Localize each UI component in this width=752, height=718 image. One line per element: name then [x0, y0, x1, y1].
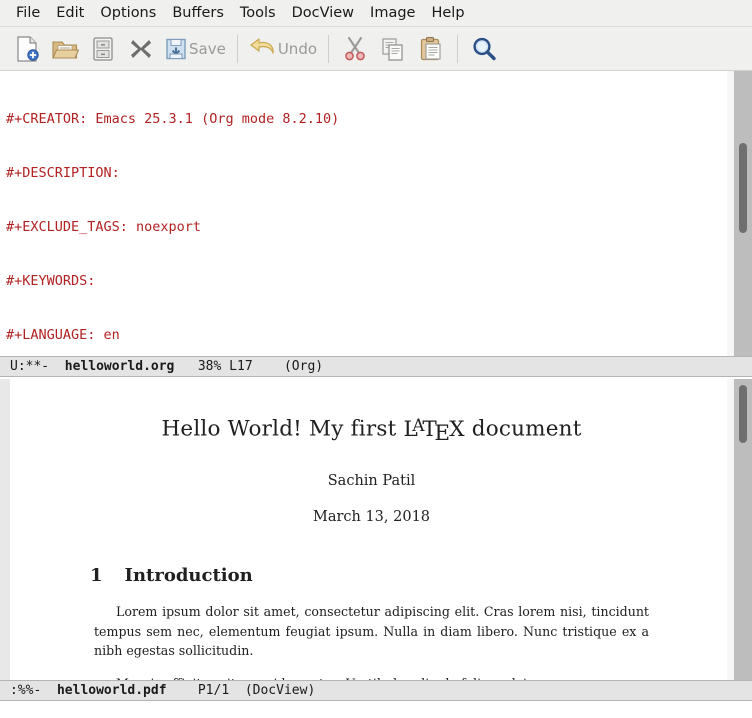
docview-scrollbar[interactable] — [733, 379, 752, 680]
docview-pane[interactable]: Hello World! My first LATEX document Sac… — [0, 379, 733, 680]
pdf-section-number: 1 — [90, 565, 103, 586]
docview-mode-line-position: P1/1 — [198, 683, 229, 698]
org-line: #+LANGUAGE: en — [6, 326, 733, 344]
pdf-date: March 13, 2018 — [10, 509, 733, 525]
toolbar-separator-2 — [328, 35, 329, 63]
org-buffer-pane[interactable]: #+CREATOR: Emacs 25.3.1 (Org mode 8.2.10… — [0, 71, 733, 356]
copy-icon — [380, 36, 406, 62]
save-button-label: Save — [189, 40, 226, 58]
search-button[interactable] — [465, 30, 503, 68]
menu-item-file[interactable]: File — [8, 4, 48, 22]
menu-item-tools[interactable]: Tools — [232, 4, 284, 22]
org-mode-line-major-mode: (Org) — [284, 359, 323, 374]
paste-clipboard-icon — [418, 36, 444, 62]
org-scrollbar[interactable] — [733, 71, 752, 356]
org-line: #+DESCRIPTION: — [6, 164, 733, 182]
cut-scissors-icon — [342, 36, 368, 62]
latex-x: X — [449, 417, 465, 442]
close-buffer-button[interactable] — [122, 30, 160, 68]
pdf-author: Sachin Patil — [10, 473, 733, 489]
search-magnifier-icon — [470, 35, 498, 63]
copy-button[interactable] — [374, 30, 412, 68]
menu-item-help[interactable]: Help — [423, 4, 472, 22]
pdf-page: Hello World! My first LATEX document Sac… — [10, 379, 733, 680]
menu-item-buffers[interactable]: Buffers — [164, 4, 232, 22]
new-file-button[interactable] — [8, 30, 46, 68]
org-scrollbar-thumb[interactable] — [739, 143, 747, 233]
pdf-paragraph-1: Lorem ipsum dolor sit amet, consectetur … — [94, 602, 649, 661]
latex-logo: LATEX — [403, 417, 464, 442]
undo-button[interactable]: Undo — [245, 30, 321, 68]
org-mode-line-buffer-name: helloworld.org — [65, 359, 175, 374]
docview-mode-line: :%%- helloworld.pdf P1/1 (DocView) — [0, 680, 752, 701]
org-mode-line-position: 38% L17 — [198, 359, 253, 374]
docview-fringe — [0, 379, 10, 680]
docview-mode-line-major-mode: (DocView) — [245, 683, 315, 698]
paste-button[interactable] — [412, 30, 450, 68]
pdf-title: Hello World! My first LATEX document — [10, 415, 733, 446]
pdf-title-suffix: document — [465, 417, 582, 442]
docview-scrollbar-thumb[interactable] — [739, 385, 747, 443]
pdf-section-title: Introduction — [125, 565, 253, 586]
echo-area — [0, 701, 752, 718]
save-as-button[interactable] — [84, 30, 122, 68]
pdf-section-heading: 1 Introduction — [90, 565, 733, 586]
new-file-icon — [14, 35, 40, 63]
docview-mode-line-buffer-name: helloworld.pdf — [57, 683, 167, 698]
save-disk-icon — [164, 36, 188, 62]
undo-button-label: Undo — [278, 40, 317, 58]
menu-bar: File Edit Options Buffers Tools DocView … — [0, 0, 752, 27]
open-file-button[interactable] — [46, 30, 84, 68]
org-line: #+KEYWORDS: — [6, 272, 733, 290]
toolbar-separator-1 — [237, 35, 238, 63]
undo-arrow-icon — [249, 37, 277, 61]
tool-bar: Save Undo — [0, 27, 752, 71]
org-mode-line-flags: U:**- — [10, 359, 49, 374]
org-line: #+EXCLUDE_TAGS: noexport — [6, 218, 733, 236]
menu-item-docview[interactable]: DocView — [284, 4, 362, 22]
save-button[interactable]: Save — [160, 30, 230, 68]
org-line: #+CREATOR: Emacs 25.3.1 (Org mode 8.2.10… — [6, 110, 733, 128]
pdf-title-prefix: Hello World! My first — [161, 417, 403, 442]
open-folder-icon — [51, 35, 79, 63]
menu-item-options[interactable]: Options — [92, 4, 164, 22]
menu-item-image[interactable]: Image — [362, 4, 423, 22]
docview-mode-line-flags: :%%- — [10, 683, 41, 698]
emacs-window: File Edit Options Buffers Tools DocView … — [0, 0, 752, 718]
save-as-drawer-icon — [90, 35, 116, 63]
latex-e: E — [434, 421, 450, 446]
org-buffer-text: #+CREATOR: Emacs 25.3.1 (Org mode 8.2.10… — [0, 71, 733, 356]
menu-item-edit[interactable]: Edit — [48, 4, 92, 22]
cut-button[interactable] — [336, 30, 374, 68]
toolbar-separator-3 — [457, 35, 458, 63]
org-mode-line: U:**- helloworld.org 38% L17 (Org) — [0, 356, 752, 377]
close-x-icon — [128, 36, 154, 62]
